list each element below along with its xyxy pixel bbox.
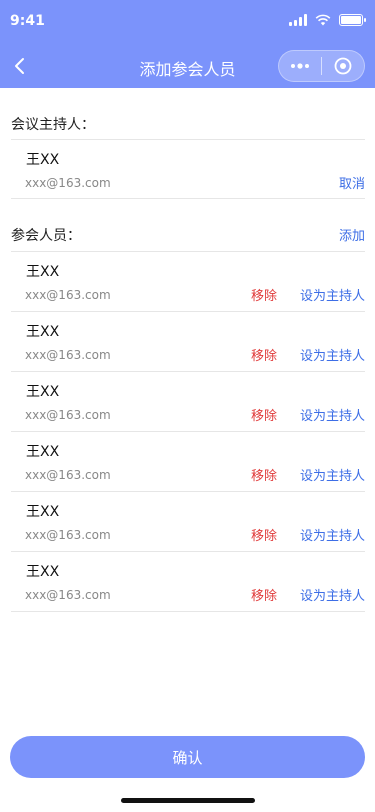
attendee-section-label: 参会人员： bbox=[11, 228, 81, 244]
divider bbox=[11, 611, 365, 612]
wifi-icon bbox=[315, 14, 331, 26]
divider bbox=[11, 371, 365, 372]
remove-attendee-button[interactable]: 移除 bbox=[251, 465, 277, 484]
divider bbox=[11, 491, 365, 492]
set-host-button[interactable]: 设为主持人 bbox=[300, 525, 365, 544]
signal-icon bbox=[289, 14, 307, 26]
host-email: xxx@163.com bbox=[25, 176, 111, 190]
remove-attendee-button[interactable]: 移除 bbox=[251, 405, 277, 424]
set-host-button[interactable]: 设为主持人 bbox=[300, 465, 365, 484]
divider bbox=[11, 551, 365, 552]
divider bbox=[11, 431, 365, 432]
attendee-name: 王XX bbox=[26, 324, 60, 340]
host-section-label: 会议主持人： bbox=[11, 117, 95, 133]
remove-attendee-button[interactable]: 移除 bbox=[251, 345, 277, 364]
status-time: 9:41 bbox=[10, 13, 45, 29]
set-host-button[interactable]: 设为主持人 bbox=[300, 345, 365, 364]
remove-attendee-button[interactable]: 移除 bbox=[251, 525, 277, 544]
set-host-button[interactable]: 设为主持人 bbox=[300, 585, 365, 604]
attendee-email: xxx@163.com bbox=[25, 528, 111, 542]
attendee-name: 王XX bbox=[26, 564, 60, 580]
remove-attendee-button[interactable]: 移除 bbox=[251, 585, 277, 604]
attendee-name: 王XX bbox=[26, 264, 60, 280]
divider bbox=[11, 311, 365, 312]
divider bbox=[11, 198, 365, 199]
home-indicator bbox=[121, 798, 255, 803]
system-icons bbox=[289, 14, 366, 26]
add-attendee-button[interactable]: 添加 bbox=[339, 225, 365, 244]
target-close-icon bbox=[334, 57, 352, 75]
host-name: 王XX bbox=[26, 152, 60, 168]
attendee-name: 王XX bbox=[26, 384, 60, 400]
mini-program-capsule bbox=[278, 50, 365, 82]
more-dots-icon bbox=[291, 63, 309, 69]
set-host-button[interactable]: 设为主持人 bbox=[300, 405, 365, 424]
attendee-email: xxx@163.com bbox=[25, 468, 111, 482]
divider bbox=[11, 139, 365, 140]
status-bar: 9:41 bbox=[0, 0, 375, 44]
close-capsule-button[interactable] bbox=[322, 51, 364, 81]
attendee-email: xxx@163.com bbox=[25, 348, 111, 362]
set-host-button[interactable]: 设为主持人 bbox=[300, 285, 365, 304]
attendee-email: xxx@163.com bbox=[25, 408, 111, 422]
battery-icon bbox=[339, 14, 366, 26]
divider bbox=[11, 251, 365, 252]
attendee-name: 王XX bbox=[26, 444, 60, 460]
attendee-email: xxx@163.com bbox=[25, 588, 111, 602]
confirm-button[interactable]: 确认 bbox=[10, 736, 365, 778]
nav-bar: 添加参会人员 bbox=[0, 44, 375, 88]
cancel-host-button[interactable]: 取消 bbox=[339, 173, 365, 192]
attendee-email: xxx@163.com bbox=[25, 288, 111, 302]
attendee-name: 王XX bbox=[26, 504, 60, 520]
remove-attendee-button[interactable]: 移除 bbox=[251, 285, 277, 304]
more-button[interactable] bbox=[279, 51, 321, 81]
